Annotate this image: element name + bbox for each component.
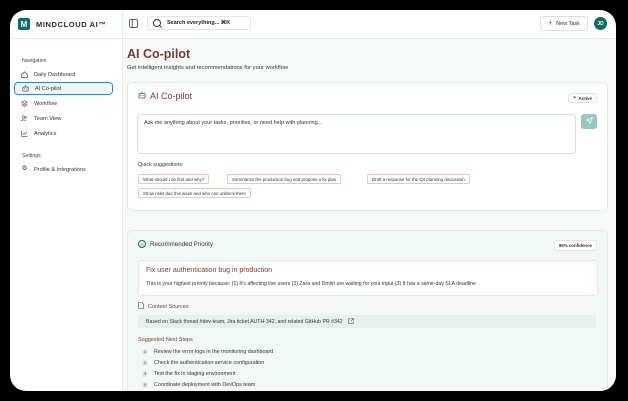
plus-icon: +: [548, 20, 553, 27]
page-subtitle: Get intelligent insights and recommendat…: [127, 65, 289, 71]
prompt-placeholder: Ask me anything about your tasks, priori…: [144, 120, 323, 126]
sidebar-item-daily-dashboard[interactable]: Daily Dashboard: [14, 68, 113, 81]
sidebar-item-workflow[interactable]: Workflow: [14, 97, 113, 110]
sidebar-toggle-icon[interactable]: [128, 18, 139, 29]
sidebar-item-label: Profile & Integrations: [34, 166, 86, 173]
brand-logo: M: [18, 18, 30, 30]
gear-icon: ⚙: [21, 165, 28, 173]
robot-icon: [138, 91, 146, 101]
sidebar-item-label: AI Co-pilot: [35, 85, 62, 92]
sidebar-item-label: Team View: [34, 115, 62, 122]
status-badge-label: Active: [578, 95, 592, 101]
step-number: 2: [142, 360, 148, 366]
step-number: 1: [142, 349, 148, 355]
recommendation-title: Recommended Priority: [150, 240, 213, 248]
send-icon: [584, 116, 593, 126]
search-placeholder: Search everything... ⌘K: [167, 20, 231, 26]
sidebar: Navigation Daily Dashboard AI Co-pilot W…: [10, 39, 123, 391]
new-task-button[interactable]: + New Task: [540, 16, 588, 31]
settings-heading: Settings: [22, 153, 41, 159]
step-number: 4: [142, 382, 148, 388]
status-badge: ✧ Active: [567, 93, 597, 103]
main-content: AI Co-pilot Get intelligent insights and…: [123, 39, 616, 391]
brand-name: MINDCLOUD AI™: [36, 19, 107, 29]
search-icon: [153, 19, 161, 27]
avatar[interactable]: JD: [594, 17, 607, 30]
context-sources-heading: Context Sources: [138, 302, 189, 311]
sidebar-item-analytics[interactable]: Analytics: [14, 127, 113, 140]
step-text: Review the error logs in the monitoring …: [154, 349, 274, 355]
sidebar-item-label: Workflow: [34, 100, 57, 107]
sidebar-item-profile-integrations[interactable]: ⚙ Profile & Integrations: [14, 163, 113, 176]
sidebar-item-label: Analytics: [34, 130, 57, 137]
search-input[interactable]: Search everything... ⌘K: [147, 16, 251, 30]
brand[interactable]: M MINDCLOUD AI™: [18, 17, 106, 31]
context-sources-text: Based on Slack thread #dev-team, Jira ti…: [146, 318, 343, 325]
top-bar: M MINDCLOUD AI™ Search everything... ⌘K …: [10, 10, 616, 39]
document-icon: [138, 302, 144, 311]
page-title: AI Co-pilot: [127, 47, 191, 61]
send-button[interactable]: [581, 114, 597, 129]
divider: [122, 10, 123, 38]
home-icon: [21, 71, 28, 78]
recommendation-card: ◎ Recommended Priority 95% confidence Fi…: [127, 230, 608, 391]
context-sources-box: Based on Slack thread #dev-team, Jira ti…: [138, 315, 596, 328]
card-title: AI Co-pilot: [138, 91, 192, 101]
priority-title[interactable]: Fix user authentication bug in productio…: [146, 267, 272, 274]
copilot-prompt-input[interactable]: Ask me anything about your tasks, priori…: [137, 114, 576, 154]
sidebar-item-team-view[interactable]: Team View: [14, 112, 113, 125]
copilot-card: AI Co-pilot ✧ Active Ask me anything abo…: [127, 82, 608, 211]
new-task-label: New Task: [556, 20, 580, 27]
list-item: 1 Review the error logs in the monitorin…: [142, 349, 273, 355]
step-text: Test the fix in staging environment: [154, 371, 236, 377]
workflow-icon: [21, 100, 28, 107]
nav-heading: Navigation: [22, 58, 47, 64]
app-window: M MINDCLOUD AI™ Search everything... ⌘K …: [10, 10, 616, 391]
quick-suggestions-label: Quick suggestions:: [138, 162, 184, 168]
step-text: Check the authentication service configu…: [154, 360, 265, 366]
step-number: 3: [142, 371, 148, 377]
target-icon: ◎: [138, 240, 146, 248]
recommendation-heading: ◎ Recommended Priority: [138, 240, 213, 248]
external-link-icon[interactable]: [347, 317, 354, 326]
priority-box: Fix user authentication bug in productio…: [138, 260, 598, 296]
sparkle-icon: ✧: [572, 95, 577, 100]
sidebar-item-label: Daily Dashboard: [34, 71, 76, 78]
list-item: 4 Coordinate deployment with DevOps team: [142, 382, 255, 388]
robot-icon: [22, 85, 29, 92]
priority-description: This is your highest priority because: (…: [146, 281, 476, 287]
suggestion-chip[interactable]: What should I do first and why?: [138, 174, 210, 184]
chart-icon: [21, 130, 28, 137]
suggestion-chip[interactable]: Summarize the production bug and propose…: [227, 174, 342, 184]
sidebar-item-ai-copilot[interactable]: AI Co-pilot: [14, 82, 113, 95]
next-steps-heading: Suggested Next Steps: [138, 337, 193, 343]
context-sources-label: Context Sources: [148, 303, 189, 310]
list-item: 2 Check the authentication service confi…: [142, 360, 264, 366]
team-icon: [21, 115, 28, 122]
list-item: 3 Test the fix in staging environment: [142, 371, 236, 377]
card-title-text: AI Co-pilot: [150, 91, 193, 101]
suggestion-chip[interactable]: Draft a response for the Q4 planning dis…: [367, 174, 470, 184]
suggestion-chip[interactable]: Show risks due this week and who can unb…: [138, 188, 251, 198]
confidence-badge: 95% confidence: [553, 240, 597, 251]
step-text: Coordinate deployment with DevOps team: [154, 382, 256, 388]
